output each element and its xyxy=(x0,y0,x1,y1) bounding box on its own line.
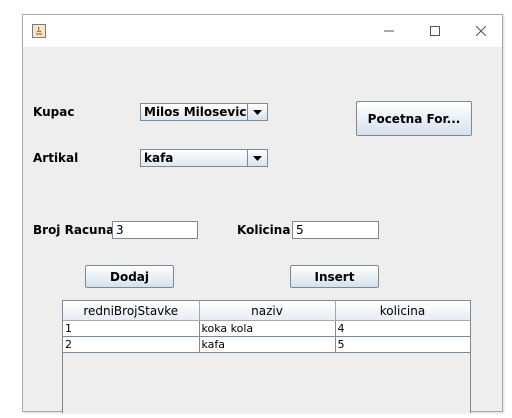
table-header-row: redniBrojStavke naziv kolicina xyxy=(63,301,470,321)
pocetna-forma-button[interactable]: Pocetna For... xyxy=(356,101,472,136)
table-cell[interactable]: 4 xyxy=(335,320,470,337)
app-window: Kupac Milos Milosevic Pocetna For... Art… xyxy=(22,14,503,413)
kolicina-label: Kolicina xyxy=(237,223,291,237)
insert-button[interactable]: Insert xyxy=(290,265,379,288)
dodaj-button[interactable]: Dodaj xyxy=(85,265,174,288)
title-bar xyxy=(23,15,502,47)
chevron-down-icon xyxy=(253,109,262,115)
stavke-table-scrollpane[interactable]: redniBrojStavke naziv kolicina 1 koka ko… xyxy=(62,300,471,413)
table-cell[interactable]: 2 xyxy=(63,336,200,353)
minimize-button[interactable] xyxy=(366,15,412,47)
table-cell[interactable]: 1 xyxy=(63,320,200,337)
artikal-dropdown-arrow[interactable] xyxy=(247,150,267,166)
column-header-kolicina[interactable]: kolicina xyxy=(335,301,470,321)
java-app-icon xyxy=(32,24,46,38)
table-row[interactable]: 2 kafa 5 xyxy=(63,336,470,353)
broj-racuna-label: Broj Racuna xyxy=(33,223,115,237)
stavke-table: redniBrojStavke naziv kolicina 1 koka ko… xyxy=(63,301,470,353)
table-cell[interactable]: kafa xyxy=(199,336,336,353)
broj-racuna-field[interactable]: 3 xyxy=(112,221,198,239)
table-cell[interactable]: koka kola xyxy=(199,320,336,337)
minimize-icon xyxy=(384,30,394,32)
artikal-combobox[interactable]: kafa xyxy=(140,149,268,167)
maximize-icon xyxy=(430,26,440,36)
artikal-selected-value: kafa xyxy=(144,151,174,165)
kupac-selected-value: Milos Milosevic xyxy=(144,105,247,119)
kolicina-field[interactable]: 5 xyxy=(292,221,379,239)
table-cell[interactable]: 5 xyxy=(335,336,470,353)
column-header-naziv[interactable]: naziv xyxy=(199,301,336,321)
close-icon xyxy=(476,26,486,36)
artikal-label: Artikal xyxy=(33,151,79,165)
chevron-down-icon xyxy=(253,155,262,161)
kupac-combobox[interactable]: Milos Milosevic xyxy=(140,103,268,121)
maximize-button[interactable] xyxy=(412,15,458,47)
kupac-dropdown-arrow[interactable] xyxy=(247,104,267,120)
close-button[interactable] xyxy=(458,15,504,47)
kupac-label: Kupac xyxy=(33,105,75,119)
table-row[interactable]: 1 koka kola 4 xyxy=(63,320,470,337)
column-header-redni-broj[interactable]: redniBrojStavke xyxy=(63,301,200,321)
